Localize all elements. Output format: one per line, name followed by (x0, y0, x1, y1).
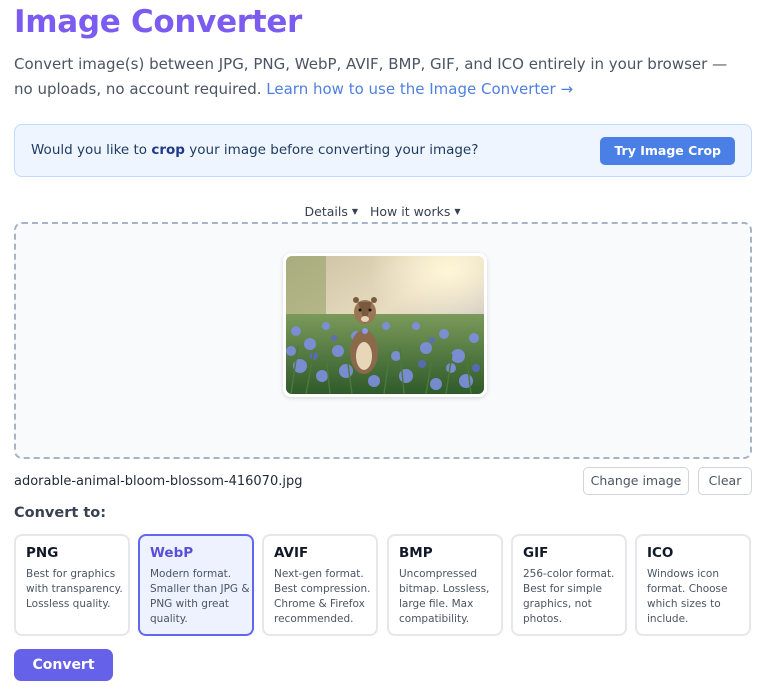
how-it-works-toggle[interactable]: How it works ▼ (370, 204, 461, 219)
convert-button[interactable]: Convert (14, 649, 113, 681)
format-name: GIF (523, 545, 549, 561)
learn-how-link[interactable]: Learn how to use the Image Converter → (266, 80, 573, 98)
page-description: Convert image(s) between JPG, PNG, WebP,… (14, 52, 749, 102)
crop-banner-text: Would you like to crop your image before… (31, 142, 479, 158)
try-image-crop-button[interactable]: Try Image Crop (600, 137, 735, 165)
format-option-avif[interactable]: AVIF Next-gen format. Best compression. … (262, 534, 378, 636)
format-option-png[interactable]: PNG Best for graphics with transparency.… (14, 534, 130, 636)
image-preview (283, 253, 487, 397)
format-option-gif[interactable]: GIF 256-color format. Best for simple gr… (511, 534, 627, 636)
clear-button[interactable]: Clear (698, 467, 752, 495)
format-description: 256-color format. Best for simple graphi… (523, 568, 615, 625)
crop-banner: Would you like to crop your image before… (14, 124, 752, 177)
convert-to-label: Convert to: (14, 505, 107, 521)
format-name: PNG (26, 545, 59, 561)
format-name: WebP (150, 545, 194, 561)
format-options: PNG Best for graphics with transparency.… (14, 534, 752, 636)
caret-down-icon: ▼ (351, 207, 358, 216)
format-option-ico[interactable]: ICO Windows icon format. Choose which si… (635, 534, 751, 636)
format-description: Best for graphics with transparency. Los… (26, 568, 123, 610)
format-name: BMP (399, 545, 433, 561)
change-image-button[interactable]: Change image (583, 467, 689, 495)
details-toggle[interactable]: Details ▼ (305, 204, 359, 219)
info-toggles: Details ▼ How it works ▼ (0, 204, 765, 219)
format-description: Uncompressed bitmap. Lossless, large fil… (399, 568, 490, 625)
format-name: AVIF (274, 545, 309, 561)
format-option-bmp[interactable]: BMP Uncompressed bitmap. Lossless, large… (387, 534, 503, 636)
chipmunk-photo (286, 256, 484, 394)
page-title: Image Converter (14, 4, 303, 40)
format-description: Windows icon format. Choose which sizes … (647, 568, 728, 625)
format-description: Modern format. Smaller than JPG & PNG wi… (150, 568, 250, 625)
image-drop-zone[interactable] (14, 222, 752, 459)
format-name: ICO (647, 545, 674, 561)
file-name: adorable-animal-bloom-blossom-416070.jpg (14, 474, 303, 489)
format-description: Next-gen format. Best compression. Chrom… (274, 568, 371, 625)
crop-emphasis: crop (151, 142, 185, 158)
caret-down-icon: ▼ (454, 207, 461, 216)
format-option-webp[interactable]: WebP Modern format. Smaller than JPG & P… (138, 534, 254, 636)
